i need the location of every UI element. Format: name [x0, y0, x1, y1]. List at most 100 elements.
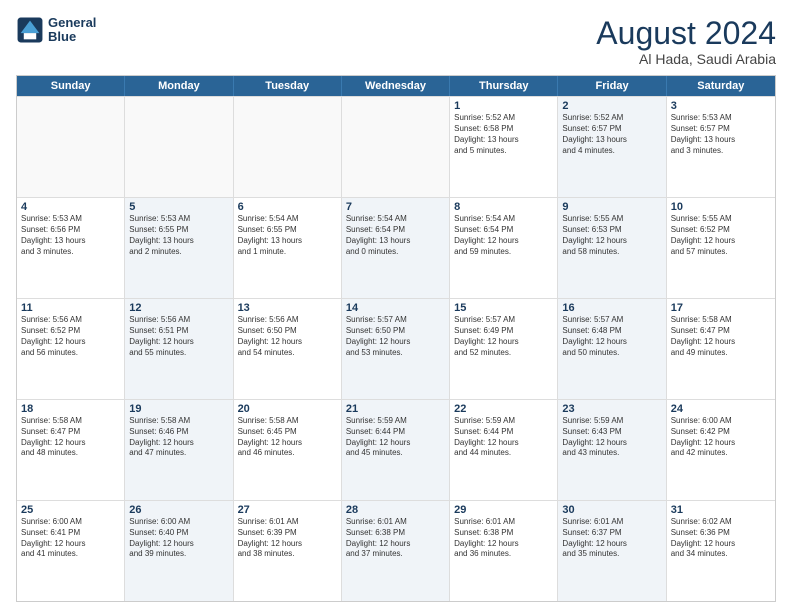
cal-cell-30: 30Sunrise: 6:01 AM Sunset: 6:37 PM Dayli… — [558, 501, 666, 601]
cal-cell-4: 4Sunrise: 5:53 AM Sunset: 6:56 PM Daylig… — [17, 198, 125, 298]
cal-cell-empty-1 — [125, 97, 233, 197]
cell-info: Sunrise: 5:58 AM Sunset: 6:47 PM Dayligh… — [671, 315, 771, 358]
cal-cell-empty-2 — [234, 97, 342, 197]
calendar-row-4: 25Sunrise: 6:00 AM Sunset: 6:41 PM Dayli… — [17, 500, 775, 601]
cal-cell-31: 31Sunrise: 6:02 AM Sunset: 6:36 PM Dayli… — [667, 501, 775, 601]
day-number: 16 — [562, 302, 661, 314]
day-number: 31 — [671, 504, 771, 516]
cal-cell-empty-3 — [342, 97, 450, 197]
cell-info: Sunrise: 6:00 AM Sunset: 6:40 PM Dayligh… — [129, 517, 228, 560]
cal-cell-7: 7Sunrise: 5:54 AM Sunset: 6:54 PM Daylig… — [342, 198, 450, 298]
cell-info: Sunrise: 5:58 AM Sunset: 6:45 PM Dayligh… — [238, 416, 337, 459]
cell-info: Sunrise: 5:59 AM Sunset: 6:44 PM Dayligh… — [454, 416, 553, 459]
cal-cell-13: 13Sunrise: 5:56 AM Sunset: 6:50 PM Dayli… — [234, 299, 342, 399]
cell-info: Sunrise: 5:55 AM Sunset: 6:52 PM Dayligh… — [671, 214, 771, 257]
day-number: 30 — [562, 504, 661, 516]
cell-info: Sunrise: 6:01 AM Sunset: 6:39 PM Dayligh… — [238, 517, 337, 560]
header: General Blue August 2024 Al Hada, Saudi … — [16, 16, 776, 67]
title-block: August 2024 Al Hada, Saudi Arabia — [596, 16, 776, 67]
calendar-header: SundayMondayTuesdayWednesdayThursdayFrid… — [17, 76, 775, 96]
calendar-row-2: 11Sunrise: 5:56 AM Sunset: 6:52 PM Dayli… — [17, 298, 775, 399]
day-number: 5 — [129, 201, 228, 213]
logo-line1: General — [48, 16, 96, 30]
cell-info: Sunrise: 6:02 AM Sunset: 6:36 PM Dayligh… — [671, 517, 771, 560]
cell-info: Sunrise: 5:59 AM Sunset: 6:43 PM Dayligh… — [562, 416, 661, 459]
day-number: 9 — [562, 201, 661, 213]
day-number: 13 — [238, 302, 337, 314]
calendar-row-1: 4Sunrise: 5:53 AM Sunset: 6:56 PM Daylig… — [17, 197, 775, 298]
cal-cell-20: 20Sunrise: 5:58 AM Sunset: 6:45 PM Dayli… — [234, 400, 342, 500]
day-number: 26 — [129, 504, 228, 516]
day-number: 4 — [21, 201, 120, 213]
cal-cell-28: 28Sunrise: 6:01 AM Sunset: 6:38 PM Dayli… — [342, 501, 450, 601]
month-title: August 2024 — [596, 16, 776, 51]
day-number: 11 — [21, 302, 120, 314]
cal-cell-14: 14Sunrise: 5:57 AM Sunset: 6:50 PM Dayli… — [342, 299, 450, 399]
day-number: 6 — [238, 201, 337, 213]
cal-cell-19: 19Sunrise: 5:58 AM Sunset: 6:46 PM Dayli… — [125, 400, 233, 500]
logo: General Blue — [16, 16, 96, 45]
day-number: 27 — [238, 504, 337, 516]
day-number: 12 — [129, 302, 228, 314]
cell-info: Sunrise: 6:00 AM Sunset: 6:41 PM Dayligh… — [21, 517, 120, 560]
cal-cell-15: 15Sunrise: 5:57 AM Sunset: 6:49 PM Dayli… — [450, 299, 558, 399]
cell-info: Sunrise: 5:56 AM Sunset: 6:51 PM Dayligh… — [129, 315, 228, 358]
cal-cell-23: 23Sunrise: 5:59 AM Sunset: 6:43 PM Dayli… — [558, 400, 666, 500]
header-day-sunday: Sunday — [17, 76, 125, 96]
calendar-body: 1Sunrise: 5:52 AM Sunset: 6:58 PM Daylig… — [17, 96, 775, 601]
day-number: 17 — [671, 302, 771, 314]
cal-cell-5: 5Sunrise: 5:53 AM Sunset: 6:55 PM Daylig… — [125, 198, 233, 298]
cell-info: Sunrise: 5:55 AM Sunset: 6:53 PM Dayligh… — [562, 214, 661, 257]
logo-icon — [16, 16, 44, 44]
logo-line2: Blue — [48, 30, 96, 44]
logo-text: General Blue — [48, 16, 96, 45]
cell-info: Sunrise: 6:01 AM Sunset: 6:38 PM Dayligh… — [454, 517, 553, 560]
day-number: 22 — [454, 403, 553, 415]
calendar: SundayMondayTuesdayWednesdayThursdayFrid… — [16, 75, 776, 602]
header-day-thursday: Thursday — [450, 76, 558, 96]
cal-cell-1: 1Sunrise: 5:52 AM Sunset: 6:58 PM Daylig… — [450, 97, 558, 197]
header-day-wednesday: Wednesday — [342, 76, 450, 96]
cal-cell-empty-0 — [17, 97, 125, 197]
cal-cell-10: 10Sunrise: 5:55 AM Sunset: 6:52 PM Dayli… — [667, 198, 775, 298]
day-number: 18 — [21, 403, 120, 415]
cal-cell-2: 2Sunrise: 5:52 AM Sunset: 6:57 PM Daylig… — [558, 97, 666, 197]
cal-cell-16: 16Sunrise: 5:57 AM Sunset: 6:48 PM Dayli… — [558, 299, 666, 399]
cell-info: Sunrise: 5:54 AM Sunset: 6:54 PM Dayligh… — [454, 214, 553, 257]
header-day-monday: Monday — [125, 76, 233, 96]
day-number: 3 — [671, 100, 771, 112]
location: Al Hada, Saudi Arabia — [596, 51, 776, 67]
cell-info: Sunrise: 5:52 AM Sunset: 6:58 PM Dayligh… — [454, 113, 553, 156]
cal-cell-11: 11Sunrise: 5:56 AM Sunset: 6:52 PM Dayli… — [17, 299, 125, 399]
cal-cell-8: 8Sunrise: 5:54 AM Sunset: 6:54 PM Daylig… — [450, 198, 558, 298]
day-number: 29 — [454, 504, 553, 516]
day-number: 19 — [129, 403, 228, 415]
day-number: 2 — [562, 100, 661, 112]
header-day-saturday: Saturday — [667, 76, 775, 96]
cal-cell-24: 24Sunrise: 6:00 AM Sunset: 6:42 PM Dayli… — [667, 400, 775, 500]
cell-info: Sunrise: 6:01 AM Sunset: 6:38 PM Dayligh… — [346, 517, 445, 560]
day-number: 7 — [346, 201, 445, 213]
cal-cell-9: 9Sunrise: 5:55 AM Sunset: 6:53 PM Daylig… — [558, 198, 666, 298]
cal-cell-6: 6Sunrise: 5:54 AM Sunset: 6:55 PM Daylig… — [234, 198, 342, 298]
header-day-friday: Friday — [558, 76, 666, 96]
day-number: 8 — [454, 201, 553, 213]
cell-info: Sunrise: 5:53 AM Sunset: 6:56 PM Dayligh… — [21, 214, 120, 257]
cal-cell-22: 22Sunrise: 5:59 AM Sunset: 6:44 PM Dayli… — [450, 400, 558, 500]
day-number: 20 — [238, 403, 337, 415]
cal-cell-27: 27Sunrise: 6:01 AM Sunset: 6:39 PM Dayli… — [234, 501, 342, 601]
cal-cell-21: 21Sunrise: 5:59 AM Sunset: 6:44 PM Dayli… — [342, 400, 450, 500]
day-number: 14 — [346, 302, 445, 314]
cell-info: Sunrise: 5:54 AM Sunset: 6:55 PM Dayligh… — [238, 214, 337, 257]
cell-info: Sunrise: 5:58 AM Sunset: 6:46 PM Dayligh… — [129, 416, 228, 459]
day-number: 28 — [346, 504, 445, 516]
cal-cell-17: 17Sunrise: 5:58 AM Sunset: 6:47 PM Dayli… — [667, 299, 775, 399]
cell-info: Sunrise: 5:54 AM Sunset: 6:54 PM Dayligh… — [346, 214, 445, 257]
cal-cell-12: 12Sunrise: 5:56 AM Sunset: 6:51 PM Dayli… — [125, 299, 233, 399]
calendar-row-0: 1Sunrise: 5:52 AM Sunset: 6:58 PM Daylig… — [17, 96, 775, 197]
day-number: 23 — [562, 403, 661, 415]
cell-info: Sunrise: 5:52 AM Sunset: 6:57 PM Dayligh… — [562, 113, 661, 156]
cell-info: Sunrise: 6:00 AM Sunset: 6:42 PM Dayligh… — [671, 416, 771, 459]
cal-cell-25: 25Sunrise: 6:00 AM Sunset: 6:41 PM Dayli… — [17, 501, 125, 601]
cell-info: Sunrise: 6:01 AM Sunset: 6:37 PM Dayligh… — [562, 517, 661, 560]
